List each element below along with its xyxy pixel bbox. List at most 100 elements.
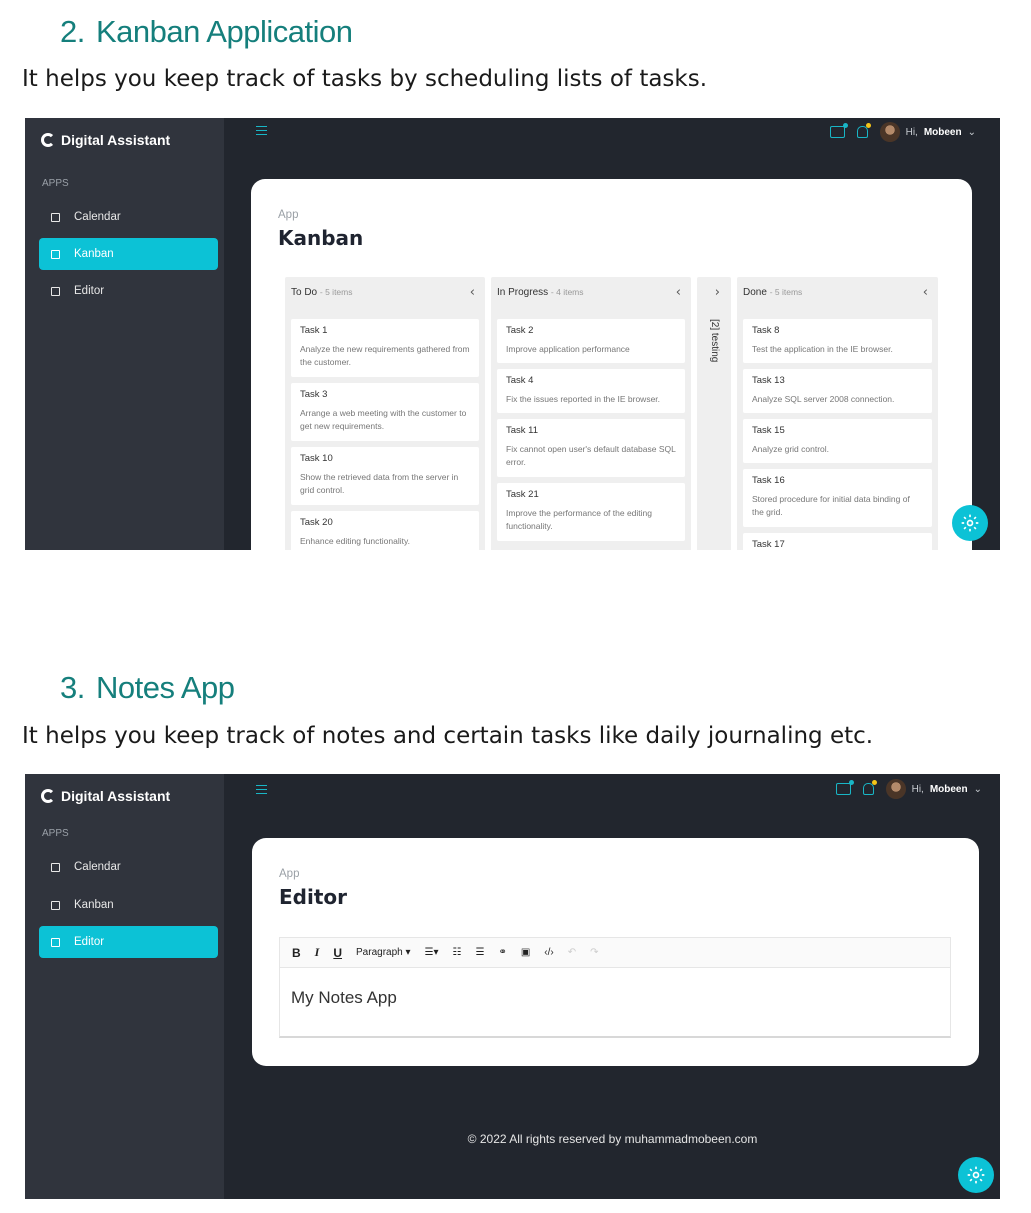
- editor-content-area[interactable]: My Notes App: [279, 968, 951, 1038]
- chat-notification-dot: [848, 780, 854, 785]
- menu-toggle-icon[interactable]: [256, 126, 267, 135]
- task-title: Task 10: [300, 453, 333, 464]
- user-menu[interactable]: Hi, Mobeen ⌄: [885, 779, 982, 799]
- editor-screenshot: Digital Assistant APPS Calendar Kanban E…: [25, 774, 1000, 1199]
- redo-icon[interactable]: ↷: [590, 947, 598, 958]
- settings-gear-icon[interactable]: [952, 505, 988, 541]
- topbar-actions: Hi, Mobeen ⌄: [835, 779, 982, 799]
- sidebar-item-editor[interactable]: Editor: [39, 275, 218, 307]
- kanban-card-item[interactable]: Task 20 Enhance editing functionality.: [291, 511, 479, 550]
- task-title: Task 16: [752, 475, 785, 486]
- collapse-column-icon[interactable]: ‹: [676, 285, 681, 300]
- breadcrumb: App: [279, 868, 300, 880]
- settings-gear-icon[interactable]: [958, 1157, 994, 1193]
- sidebar-item-kanban[interactable]: Kanban: [39, 238, 218, 270]
- task-title: Task 13: [752, 375, 785, 386]
- expand-column-icon[interactable]: ›: [715, 285, 720, 300]
- avatar: [885, 779, 906, 799]
- calendar-icon: [51, 862, 60, 872]
- ordered-list-icon[interactable]: ☷: [453, 947, 462, 958]
- task-description: Fix the issues reported in the IE browse…: [506, 394, 661, 404]
- section-title: Notes App: [96, 670, 235, 705]
- brand-name: Digital Assistant: [61, 132, 171, 148]
- kanban-icon: [51, 900, 60, 910]
- user-name: Mobeen: [923, 126, 962, 138]
- kanban-screenshot: Digital Assistant APPS Calendar Kanban E…: [25, 118, 1000, 550]
- page-title: Kanban: [278, 226, 364, 250]
- kanban-card-item[interactable]: Task 11 Fix cannot open user's default da…: [497, 419, 685, 477]
- kanban-card-item[interactable]: Task 13 Analyze SQL server 2008 connectio…: [743, 369, 932, 413]
- kanban-card-item[interactable]: Task 16 Stored procedure for initial data…: [743, 469, 932, 527]
- apps-label: APPS: [42, 178, 69, 189]
- kanban-card-item[interactable]: Task 3 Arrange a web meeting with the cus…: [291, 383, 479, 441]
- task-description: Stored procedure for initial data bindin…: [752, 494, 910, 517]
- collapse-column-icon[interactable]: ‹: [470, 285, 475, 300]
- column-name: In Progress: [497, 287, 549, 298]
- task-title: Task 1: [300, 325, 328, 336]
- brand[interactable]: Digital Assistant: [41, 132, 170, 148]
- sidebar-item-calendar[interactable]: Calendar: [39, 851, 218, 883]
- chat-icon[interactable]: [835, 780, 854, 795]
- column-count: - 5 items: [319, 287, 353, 297]
- topbar-actions: Hi, Mobeen ⌄: [829, 122, 976, 142]
- editor-toolbar: B I U Paragraph ▾ ☰▾ ☷ ☰ ⚭ ▣ ‹/› ↶ ↷: [279, 937, 951, 968]
- sidebar-item-calendar[interactable]: Calendar: [39, 201, 218, 233]
- unordered-list-icon[interactable]: ☰: [475, 947, 484, 958]
- bell-notification-dot: [871, 780, 877, 785]
- underline-button[interactable]: U: [333, 946, 342, 960]
- user-greeting: Hi,: [911, 783, 924, 795]
- edit-icon: [51, 937, 60, 947]
- chevron-down-icon: ⌄: [967, 126, 976, 138]
- collapse-column-icon[interactable]: ‹: [923, 285, 928, 300]
- bold-button[interactable]: B: [292, 946, 301, 960]
- menu-toggle-icon[interactable]: [256, 785, 267, 794]
- kanban-card-item[interactable]: Task 17: [743, 533, 932, 550]
- brand[interactable]: Digital Assistant: [41, 788, 170, 804]
- code-icon[interactable]: ‹/›: [544, 947, 553, 958]
- format-dropdown-label: Paragraph: [356, 947, 403, 958]
- bell-icon[interactable]: [862, 780, 877, 795]
- task-description: Test the application in the IE browser.: [752, 344, 893, 354]
- italic-button[interactable]: I: [315, 945, 320, 960]
- kanban-column-todo: To Do - 5 items ‹ Task 1 Analyze the new …: [285, 277, 485, 550]
- user-menu[interactable]: Hi, Mobeen ⌄: [879, 122, 976, 142]
- chat-icon[interactable]: [829, 123, 848, 138]
- task-title: Task 4: [506, 375, 534, 386]
- apps-label: APPS: [42, 828, 69, 839]
- kanban-card-item[interactable]: Task 4 Fix the issues reported in the IE …: [497, 369, 685, 413]
- bell-icon[interactable]: [856, 123, 871, 138]
- editor-card: App Editor B I U Paragraph ▾ ☰▾ ☷ ☰ ⚭ ▣ …: [252, 838, 979, 1066]
- user-greeting: Hi,: [905, 126, 918, 138]
- kanban-card-item[interactable]: Task 8 Test the application in the IE bro…: [743, 319, 932, 363]
- kanban-card-item[interactable]: Task 21 Improve the performance of the ed…: [497, 483, 685, 541]
- task-description: Arrange a web meeting with the customer …: [300, 408, 467, 431]
- image-icon[interactable]: ▣: [521, 947, 530, 958]
- section-description: It helps you keep track of notes and cer…: [22, 723, 874, 749]
- section-description: It helps you keep track of tasks by sche…: [22, 66, 708, 92]
- section-heading-notes: 3. Notes App: [60, 670, 235, 706]
- kanban-column-collapsed[interactable]: › [2] testing: [697, 277, 731, 550]
- sidebar-item-editor[interactable]: Editor: [39, 926, 218, 958]
- bell-notification-dot: [865, 123, 871, 128]
- kanban-card-item[interactable]: Task 15 Analyze grid control.: [743, 419, 932, 463]
- kanban-card-item[interactable]: Task 1 Analyze the new requirements gathe…: [291, 319, 479, 377]
- brand-logo-icon: [41, 133, 55, 147]
- align-dropdown-icon[interactable]: ☰▾: [425, 947, 439, 958]
- task-title: Task 11: [506, 425, 539, 436]
- format-dropdown[interactable]: Paragraph ▾: [356, 947, 411, 958]
- sidebar: Digital Assistant APPS Calendar Kanban E…: [25, 118, 224, 550]
- column-header: Done - 5 items: [743, 287, 802, 298]
- sidebar-item-kanban[interactable]: Kanban: [39, 889, 218, 921]
- kanban-card-item[interactable]: Task 10 Show the retrieved data from the …: [291, 447, 479, 505]
- section-number: 3.: [60, 670, 85, 705]
- undo-icon[interactable]: ↶: [568, 947, 576, 958]
- kanban-card: App Kanban To Do - 5 items ‹ Task 1 Analy…: [251, 179, 972, 550]
- task-title: Task 15: [752, 425, 785, 436]
- kanban-column-in-progress: In Progress - 4 items ‹ Task 2 Improve ap…: [491, 277, 691, 550]
- task-description: Fix cannot open user's default database …: [506, 444, 676, 467]
- task-description: Improve the performance of the editing f…: [506, 508, 652, 531]
- column-count: - 4 items: [550, 287, 584, 297]
- sidebar-item-label: Calendar: [74, 861, 121, 873]
- link-icon[interactable]: ⚭: [498, 947, 506, 958]
- kanban-card-item[interactable]: Task 2 Improve application performance: [497, 319, 685, 363]
